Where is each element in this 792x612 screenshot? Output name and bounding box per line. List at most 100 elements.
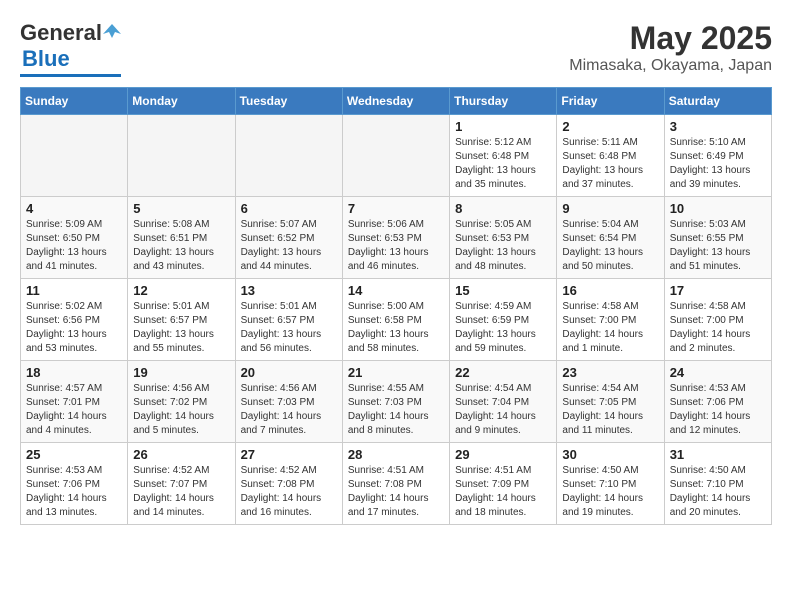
calendar-day-cell: 27 Sunrise: 4:52 AMSunset: 7:08 PMDayligh… xyxy=(235,443,342,525)
day-number: 13 xyxy=(241,283,337,298)
day-info: Sunrise: 4:54 AMSunset: 7:05 PMDaylight:… xyxy=(562,382,658,438)
day-number: 30 xyxy=(562,447,658,462)
day-number: 23 xyxy=(562,365,658,380)
day-number: 9 xyxy=(562,201,658,216)
day-number: 1 xyxy=(455,119,551,134)
calendar-day-cell: 14 Sunrise: 5:00 AMSunset: 6:58 PMDayligh… xyxy=(342,279,449,361)
logo-bird-icon xyxy=(103,22,121,40)
calendar-day-cell xyxy=(21,115,128,197)
calendar-day-cell xyxy=(342,115,449,197)
day-number: 5 xyxy=(133,201,229,216)
day-number: 15 xyxy=(455,283,551,298)
day-info: Sunrise: 5:05 AMSunset: 6:53 PMDaylight:… xyxy=(455,218,551,274)
calendar-day-cell: 31 Sunrise: 4:50 AMSunset: 7:10 PMDayligh… xyxy=(664,443,771,525)
day-number: 11 xyxy=(26,283,122,298)
day-info: Sunrise: 5:11 AMSunset: 6:48 PMDaylight:… xyxy=(562,136,658,192)
calendar-day-cell: 18 Sunrise: 4:57 AMSunset: 7:01 PMDayligh… xyxy=(21,361,128,443)
day-info: Sunrise: 4:51 AMSunset: 7:09 PMDaylight:… xyxy=(455,464,551,520)
calendar-day-cell: 30 Sunrise: 4:50 AMSunset: 7:10 PMDayligh… xyxy=(557,443,664,525)
calendar-week-row: 25 Sunrise: 4:53 AMSunset: 7:06 PMDayligh… xyxy=(21,443,772,525)
calendar-day-cell: 3Sunrise: 5:10 AMSunset: 6:49 PMDaylight… xyxy=(664,115,771,197)
calendar-week-row: 11Sunrise: 5:02 AMSunset: 6:56 PMDayligh… xyxy=(21,279,772,361)
day-number: 8 xyxy=(455,201,551,216)
day-info: Sunrise: 4:55 AMSunset: 7:03 PMDaylight:… xyxy=(348,382,444,438)
day-info: Sunrise: 4:58 AMSunset: 7:00 PMDaylight:… xyxy=(670,300,766,356)
logo-blue: Blue xyxy=(22,46,70,72)
day-info: Sunrise: 4:53 AMSunset: 7:06 PMDaylight:… xyxy=(670,382,766,438)
calendar-day-cell: 13 Sunrise: 5:01 AMSunset: 6:57 PMDayligh… xyxy=(235,279,342,361)
day-info: Sunrise: 5:00 AMSunset: 6:58 PMDaylight:… xyxy=(348,300,444,356)
day-number: 22 xyxy=(455,365,551,380)
calendar-day-cell: 25 Sunrise: 4:53 AMSunset: 7:06 PMDayligh… xyxy=(21,443,128,525)
day-info: Sunrise: 4:50 AMSunset: 7:10 PMDaylight:… xyxy=(562,464,658,520)
day-info: Sunrise: 5:03 AMSunset: 6:55 PMDaylight:… xyxy=(670,218,766,274)
calendar-day-cell: 26Sunrise: 4:52 AMSunset: 7:07 PMDayligh… xyxy=(128,443,235,525)
calendar-day-cell: 7 Sunrise: 5:06 AMSunset: 6:53 PMDaylight… xyxy=(342,197,449,279)
day-info: Sunrise: 4:56 AMSunset: 7:03 PMDaylight:… xyxy=(241,382,337,438)
day-info: Sunrise: 4:53 AMSunset: 7:06 PMDaylight:… xyxy=(26,464,122,520)
day-number: 21 xyxy=(348,365,444,380)
day-number: 29 xyxy=(455,447,551,462)
calendar-day-cell: 23 Sunrise: 4:54 AMSunset: 7:05 PMDayligh… xyxy=(557,361,664,443)
calendar-day-cell xyxy=(235,115,342,197)
col-thursday: Thursday xyxy=(450,88,557,115)
day-number: 20 xyxy=(241,365,337,380)
calendar-day-cell: 19Sunrise: 4:56 AMSunset: 7:02 PMDayligh… xyxy=(128,361,235,443)
calendar-day-cell: 20 Sunrise: 4:56 AMSunset: 7:03 PMDayligh… xyxy=(235,361,342,443)
day-number: 7 xyxy=(348,201,444,216)
day-info: Sunrise: 4:56 AMSunset: 7:02 PMDaylight:… xyxy=(133,382,229,438)
day-number: 24 xyxy=(670,365,766,380)
calendar-day-cell: 10Sunrise: 5:03 AMSunset: 6:55 PMDayligh… xyxy=(664,197,771,279)
col-sunday: Sunday xyxy=(21,88,128,115)
col-wednesday: Wednesday xyxy=(342,88,449,115)
day-number: 27 xyxy=(241,447,337,462)
day-info: Sunrise: 4:51 AMSunset: 7:08 PMDaylight:… xyxy=(348,464,444,520)
day-info: Sunrise: 4:59 AMSunset: 6:59 PMDaylight:… xyxy=(455,300,551,356)
day-number: 16 xyxy=(562,283,658,298)
logo: General Blue xyxy=(20,20,121,77)
day-info: Sunrise: 4:57 AMSunset: 7:01 PMDaylight:… xyxy=(26,382,122,438)
day-number: 3 xyxy=(670,119,766,134)
calendar-day-cell: 9 Sunrise: 5:04 AMSunset: 6:54 PMDaylight… xyxy=(557,197,664,279)
calendar-header-row: Sunday Monday Tuesday Wednesday Thursday… xyxy=(21,88,772,115)
calendar-day-cell xyxy=(128,115,235,197)
day-info: Sunrise: 5:01 AMSunset: 6:57 PMDaylight:… xyxy=(241,300,337,356)
day-number: 6 xyxy=(241,201,337,216)
calendar-week-row: 4Sunrise: 5:09 AMSunset: 6:50 PMDaylight… xyxy=(21,197,772,279)
calendar-day-cell: 22Sunrise: 4:54 AMSunset: 7:04 PMDayligh… xyxy=(450,361,557,443)
col-monday: Monday xyxy=(128,88,235,115)
day-info: Sunrise: 5:06 AMSunset: 6:53 PMDaylight:… xyxy=(348,218,444,274)
day-info: Sunrise: 4:52 AMSunset: 7:08 PMDaylight:… xyxy=(241,464,337,520)
day-info: Sunrise: 4:52 AMSunset: 7:07 PMDaylight:… xyxy=(133,464,229,520)
calendar-day-cell: 21 Sunrise: 4:55 AMSunset: 7:03 PMDayligh… xyxy=(342,361,449,443)
day-number: 25 xyxy=(26,447,122,462)
day-number: 12 xyxy=(133,283,229,298)
day-number: 28 xyxy=(348,447,444,462)
day-info: Sunrise: 5:01 AMSunset: 6:57 PMDaylight:… xyxy=(133,300,229,356)
day-info: Sunrise: 5:09 AMSunset: 6:50 PMDaylight:… xyxy=(26,218,122,274)
day-number: 14 xyxy=(348,283,444,298)
col-tuesday: Tuesday xyxy=(235,88,342,115)
day-info: Sunrise: 5:08 AMSunset: 6:51 PMDaylight:… xyxy=(133,218,229,274)
logo-underline xyxy=(20,74,121,77)
month-title: May 2025 xyxy=(569,20,772,57)
calendar-day-cell: 17Sunrise: 4:58 AMSunset: 7:00 PMDayligh… xyxy=(664,279,771,361)
day-info: Sunrise: 5:04 AMSunset: 6:54 PMDaylight:… xyxy=(562,218,658,274)
page-header: General Blue May 2025 Mimasaka, Okayama,… xyxy=(20,20,772,77)
calendar-day-cell: 12 Sunrise: 5:01 AMSunset: 6:57 PMDayligh… xyxy=(128,279,235,361)
day-number: 18 xyxy=(26,365,122,380)
calendar-day-cell: 6 Sunrise: 5:07 AMSunset: 6:52 PMDaylight… xyxy=(235,197,342,279)
calendar-day-cell: 5 Sunrise: 5:08 AMSunset: 6:51 PMDaylight… xyxy=(128,197,235,279)
day-info: Sunrise: 4:50 AMSunset: 7:10 PMDaylight:… xyxy=(670,464,766,520)
col-saturday: Saturday xyxy=(664,88,771,115)
day-info: Sunrise: 5:07 AMSunset: 6:52 PMDaylight:… xyxy=(241,218,337,274)
day-number: 2 xyxy=(562,119,658,134)
calendar-day-cell: 2 Sunrise: 5:11 AMSunset: 6:48 PMDaylight… xyxy=(557,115,664,197)
calendar-day-cell: 29 Sunrise: 4:51 AMSunset: 7:09 PMDayligh… xyxy=(450,443,557,525)
calendar-day-cell: 8 Sunrise: 5:05 AMSunset: 6:53 PMDaylight… xyxy=(450,197,557,279)
calendar-day-cell: 4Sunrise: 5:09 AMSunset: 6:50 PMDaylight… xyxy=(21,197,128,279)
location: Mimasaka, Okayama, Japan xyxy=(569,57,772,75)
day-number: 31 xyxy=(670,447,766,462)
calendar-week-row: 18 Sunrise: 4:57 AMSunset: 7:01 PMDayligh… xyxy=(21,361,772,443)
calendar-day-cell: 24 Sunrise: 4:53 AMSunset: 7:06 PMDayligh… xyxy=(664,361,771,443)
